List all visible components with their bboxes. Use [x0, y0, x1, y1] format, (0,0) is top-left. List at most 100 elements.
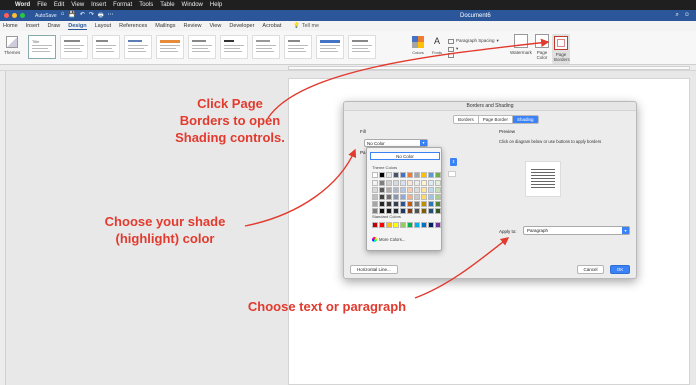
maximize-window-button[interactable] — [20, 13, 25, 18]
color-swatch[interactable] — [386, 194, 392, 200]
pattern-color-field[interactable] — [448, 171, 456, 177]
style-set-thumb[interactable] — [220, 35, 248, 59]
color-swatch[interactable] — [379, 187, 385, 193]
color-swatch[interactable] — [421, 194, 427, 200]
tab-draw[interactable]: Draw — [47, 23, 60, 29]
color-swatch[interactable] — [414, 208, 420, 214]
color-swatch[interactable] — [393, 187, 399, 193]
account-icon[interactable]: ☺ — [684, 12, 690, 19]
paragraph-spacing-button[interactable]: Paragraph Spacing ▾ — [448, 37, 499, 45]
color-swatch[interactable] — [421, 187, 427, 193]
color-swatch[interactable] — [372, 187, 378, 193]
menu-help[interactable]: Help — [210, 2, 222, 8]
color-swatch[interactable] — [435, 222, 441, 228]
color-swatch[interactable] — [372, 180, 378, 186]
style-set-thumb[interactable] — [348, 35, 376, 59]
color-swatch[interactable] — [407, 180, 413, 186]
style-set-thumb[interactable] — [188, 35, 216, 59]
color-swatch[interactable] — [421, 180, 427, 186]
color-swatch[interactable] — [379, 194, 385, 200]
tab-developer[interactable]: Developer — [229, 23, 254, 29]
shading-preview[interactable] — [525, 161, 561, 197]
menu-format[interactable]: Format — [113, 2, 132, 8]
undo-icon[interactable]: ↶ — [80, 11, 85, 21]
color-swatch[interactable] — [428, 180, 434, 186]
minimize-window-button[interactable] — [12, 13, 17, 18]
horizontal-line-button[interactable]: Horizontal Line... — [350, 265, 398, 274]
menu-window[interactable]: Window — [182, 2, 203, 8]
page-borders-button[interactable]: Page Borders — [552, 34, 570, 64]
menu-view[interactable]: View — [71, 2, 84, 8]
style-set-thumb[interactable] — [252, 35, 280, 59]
fill-color-select[interactable]: No Color ▾ — [364, 139, 428, 147]
color-swatch[interactable] — [435, 180, 441, 186]
tab-references[interactable]: References — [119, 23, 147, 29]
color-swatch[interactable] — [435, 201, 441, 207]
color-swatch[interactable] — [372, 201, 378, 207]
more-colors-option[interactable]: More Colors... — [372, 237, 405, 242]
color-swatch[interactable] — [421, 222, 427, 228]
tab-insert[interactable]: Insert — [26, 23, 40, 29]
pattern-style-stepper[interactable]: ⇕ — [450, 158, 457, 166]
page-color-button[interactable]: Page Color — [535, 34, 549, 60]
menu-tools[interactable]: Tools — [139, 2, 153, 8]
color-swatch[interactable] — [428, 222, 434, 228]
tab-acrobat[interactable]: Acrobat — [262, 23, 281, 29]
no-color-option[interactable]: No Color — [370, 152, 440, 160]
color-swatch[interactable] — [414, 180, 420, 186]
color-swatch[interactable] — [428, 187, 434, 193]
style-set-thumb[interactable] — [124, 35, 152, 59]
style-set-thumb[interactable] — [92, 35, 120, 59]
menubar-app-name[interactable]: Word — [15, 2, 30, 8]
style-set-thumb[interactable] — [156, 35, 184, 59]
ruler-bar[interactable] — [288, 66, 690, 70]
color-swatch[interactable] — [407, 208, 413, 214]
color-swatch[interactable] — [386, 180, 392, 186]
color-swatch[interactable] — [400, 194, 406, 200]
color-swatch[interactable] — [435, 172, 441, 178]
menu-table[interactable]: Table — [160, 2, 174, 8]
more-icon[interactable]: ⋯ — [108, 11, 114, 21]
color-swatch[interactable] — [407, 187, 413, 193]
color-swatch[interactable] — [372, 172, 378, 178]
color-swatch[interactable] — [393, 172, 399, 178]
color-swatch[interactable] — [407, 172, 413, 178]
color-swatch[interactable] — [372, 194, 378, 200]
color-swatch[interactable] — [400, 201, 406, 207]
color-swatch[interactable] — [407, 194, 413, 200]
set-as-default-button[interactable] — [448, 53, 499, 58]
color-swatch[interactable] — [379, 222, 385, 228]
cancel-button[interactable]: Cancel — [577, 265, 604, 274]
color-swatch[interactable] — [421, 208, 427, 214]
effects-button[interactable]: ▾ — [448, 45, 499, 53]
color-swatch[interactable] — [414, 172, 420, 178]
color-swatch[interactable] — [435, 208, 441, 214]
style-set-thumb[interactable]: Title — [28, 35, 56, 59]
color-swatch[interactable] — [428, 194, 434, 200]
tab-view[interactable]: View — [210, 23, 222, 29]
tab-design[interactable]: Design — [68, 23, 87, 30]
color-swatch[interactable] — [414, 187, 420, 193]
tab-page-border[interactable]: Page Border — [478, 116, 514, 123]
color-swatch[interactable] — [421, 172, 427, 178]
color-swatch[interactable] — [428, 208, 434, 214]
style-set-thumb[interactable] — [284, 35, 312, 59]
fonts-button[interactable]: A Fonts — [430, 36, 444, 58]
style-set-thumb[interactable] — [316, 35, 344, 59]
redo-icon[interactable]: ↷ — [89, 11, 94, 21]
color-swatch[interactable] — [421, 201, 427, 207]
color-swatch[interactable] — [414, 194, 420, 200]
autosave-toggle[interactable]: AutoSave — [35, 13, 57, 19]
save-icon[interactable]: 💾 — [68, 11, 75, 21]
themes-button[interactable]: Themes — [4, 34, 20, 62]
color-swatch[interactable] — [386, 187, 392, 193]
color-swatch[interactable] — [379, 180, 385, 186]
tab-review[interactable]: Review — [183, 23, 201, 29]
color-swatch[interactable] — [414, 201, 420, 207]
ok-button[interactable]: OK — [610, 265, 630, 274]
color-swatch[interactable] — [393, 180, 399, 186]
color-swatch[interactable] — [386, 201, 392, 207]
color-swatch[interactable] — [407, 201, 413, 207]
color-swatch[interactable] — [428, 172, 434, 178]
color-swatch[interactable] — [372, 222, 378, 228]
